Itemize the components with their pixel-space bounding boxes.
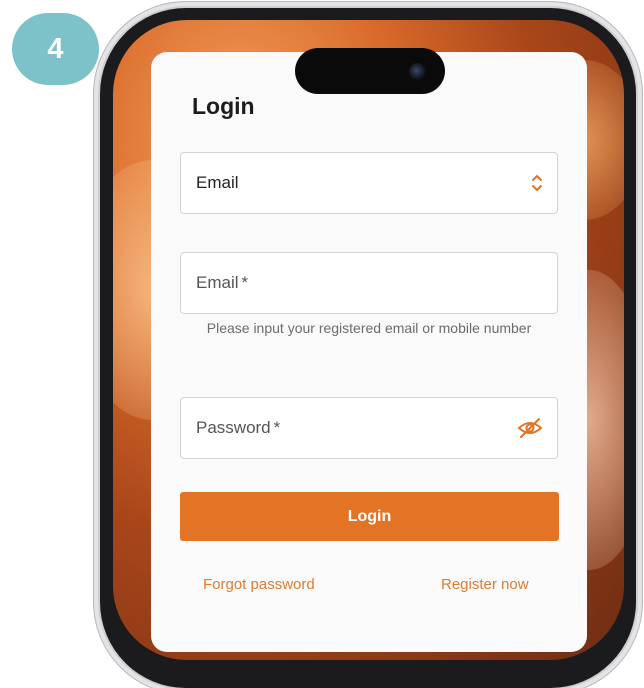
password-placeholder: Password	[196, 418, 271, 437]
camera-icon	[409, 63, 426, 80]
login-card	[151, 52, 587, 652]
register-now-link[interactable]: Register now	[441, 576, 529, 593]
page-title: Login	[192, 93, 255, 119]
email-helper-text: Please input your registered email or mo…	[206, 320, 532, 336]
login-type-select[interactable]: Email	[180, 152, 558, 214]
password-field[interactable]: Password *	[180, 397, 558, 459]
email-required-mark: *	[241, 273, 249, 292]
chevron-up-down-icon	[531, 172, 543, 194]
email-placeholder: Email	[196, 273, 239, 292]
password-required-mark: *	[273, 418, 281, 437]
login-type-value: Email	[196, 173, 239, 192]
step-number-badge: 4	[12, 13, 99, 85]
login-button[interactable]: Login	[180, 492, 559, 541]
email-field[interactable]: Email *	[180, 252, 558, 314]
forgot-password-link[interactable]: Forgot password	[203, 576, 315, 593]
eye-off-icon[interactable]	[517, 417, 543, 439]
